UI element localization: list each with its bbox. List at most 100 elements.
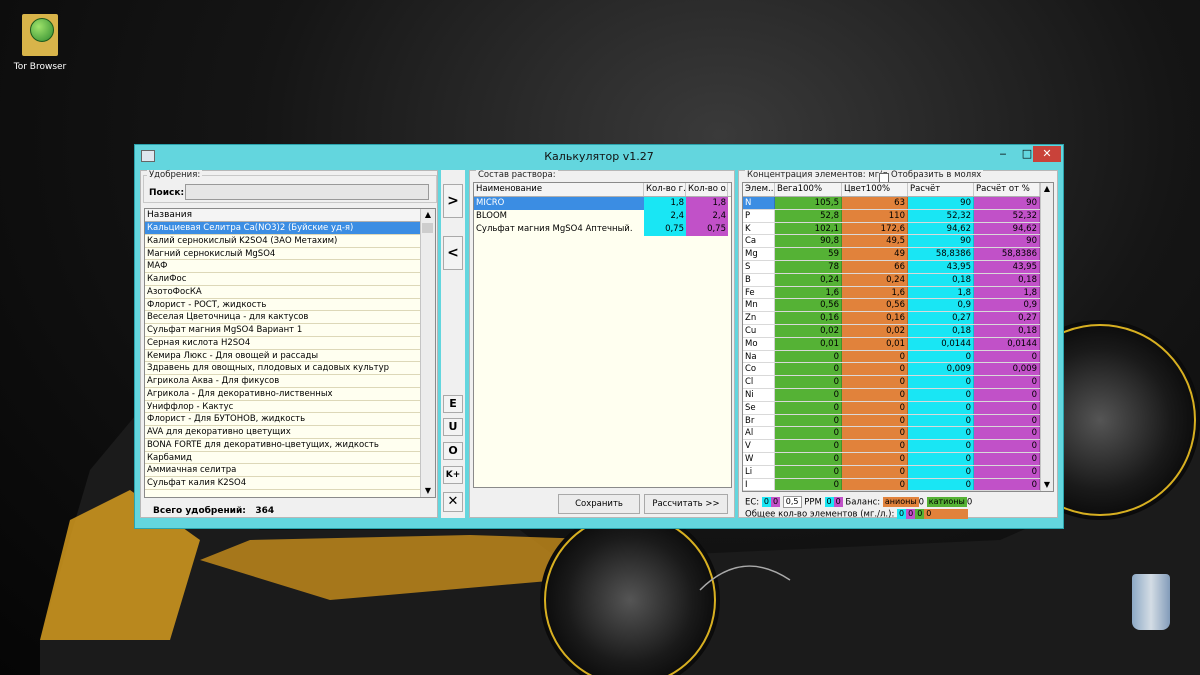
element-row[interactable]: Li 0 0 0 0 <box>743 465 1053 479</box>
element-row[interactable]: K 102,1 172,6 94,62 94,62 <box>743 222 1053 236</box>
composition-qty-g: 0,75 <box>644 223 686 236</box>
title-bar[interactable]: Калькулятор v1.27 ‒ □ ✕ <box>135 145 1063 167</box>
element-row[interactable]: Co 0 0 0,009 0,009 <box>743 363 1053 377</box>
clear-icon[interactable]: ✕ <box>443 492 463 512</box>
col-calc-pct[interactable]: Расчёт от % <box>974 183 1040 196</box>
scroll-down-icon[interactable]: ▼ <box>1041 479 1053 491</box>
element-symbol: Cu <box>743 324 775 337</box>
element-row[interactable]: Na 0 0 0 0 <box>743 350 1053 364</box>
fertilizer-list-scrollbar[interactable]: ▲ ▼ <box>420 209 435 497</box>
list-item[interactable]: Флорист - РОСТ, жидкость <box>145 299 421 312</box>
element-row[interactable]: W0000 <box>743 452 1053 466</box>
col-name[interactable]: Наименование <box>474 183 644 196</box>
element-row[interactable]: Zn 0,16 0,16 0,27 0,27 <box>743 312 1053 325</box>
composition-row[interactable]: MICRO 1,8 1,8 <box>474 197 731 210</box>
composition-qty-o: 0,75 <box>686 223 728 236</box>
list-item[interactable]: Аммиачная селитра <box>145 464 421 477</box>
concentration-scrollbar[interactable]: ▲ ▼ <box>1040 183 1053 491</box>
minimize-button[interactable]: ‒ <box>991 146 1015 162</box>
col-tsvet[interactable]: Цвет100% <box>842 183 908 196</box>
col-qty-o[interactable]: Кол-во о... <box>686 183 728 196</box>
list-item[interactable]: Кальциевая Селитра Ca(NO3)2 (Буйские уд-… <box>145 222 421 235</box>
composition-row[interactable]: BLOOM 2,4 2,4 <box>474 210 731 223</box>
o-button[interactable]: O <box>443 442 463 460</box>
scroll-thumb[interactable] <box>422 223 433 233</box>
element-row[interactable]: N 105,5 63 90 90 <box>743 197 1053 210</box>
vega-value: 0 <box>775 363 842 376</box>
list-item[interactable]: AVA для декоративно цветущих <box>145 426 421 439</box>
save-button[interactable]: Сохранить <box>558 494 640 514</box>
tsvet-value: 0 <box>842 440 908 452</box>
element-row[interactable]: Se 0 0 0 0 <box>743 401 1053 415</box>
scroll-up-icon[interactable]: ▲ <box>1041 183 1053 195</box>
list-item[interactable]: АзотоФосКА <box>145 286 421 299</box>
concentration-table[interactable]: Элем... Вега100% Цвет100% Расчёт Расчёт … <box>742 182 1054 492</box>
element-row[interactable]: Mn 0,56 0,56 0,9 0,9 <box>743 299 1053 313</box>
element-row[interactable]: Br 0 0 0 0 <box>743 414 1053 428</box>
list-item[interactable]: Сульфат калия K2SO4 <box>145 477 421 490</box>
recycle-bin-icon[interactable] <box>1126 568 1178 638</box>
element-row[interactable]: I0000 <box>743 478 1053 491</box>
list-item[interactable]: Флорист - Для БУТОНОВ, жидкость <box>145 413 421 426</box>
total-elements-row: Общее кол-во элементов (мг./л.): 0000 <box>745 509 969 520</box>
composition-row[interactable]: Сульфат магния MgSO4 Аптечный. 0,75 0,75 <box>474 223 731 236</box>
list-item[interactable]: Агрикола - Для декоративно-лиственных <box>145 388 421 401</box>
list-header-names[interactable]: Названия <box>145 209 421 222</box>
vega-value: 78 <box>775 260 842 273</box>
anions-value: 0 <box>918 497 925 508</box>
e-button[interactable]: E <box>443 395 463 413</box>
col-calc[interactable]: Расчёт <box>908 183 974 196</box>
element-row[interactable]: Fe 1,6 1,6 1,8 1,8 <box>743 286 1053 300</box>
list-item[interactable]: BONA FORTE для декоративно-цветущих, жид… <box>145 439 421 452</box>
element-row[interactable]: V0000 <box>743 440 1053 453</box>
element-row[interactable]: S 78 66 43,95 43,95 <box>743 260 1053 274</box>
total-calc: 0 <box>897 509 907 519</box>
element-row[interactable]: B 0,24 0,24 0,18 0,18 <box>743 273 1053 287</box>
element-row[interactable]: Ca 90,8 49,5 90 90 <box>743 235 1053 249</box>
tsvet-value: 49,5 <box>842 235 908 248</box>
vega-value: 0,02 <box>775 324 842 337</box>
fertilizer-list[interactable]: Названия Кальциевая Селитра Ca(NO3)2 (Бу… <box>144 208 436 498</box>
close-button[interactable]: ✕ <box>1033 146 1061 162</box>
col-qty-g[interactable]: Кол-во г... <box>644 183 686 196</box>
list-item[interactable]: Агрикола Аква - Для фикусов <box>145 375 421 388</box>
list-item[interactable]: Серная кислота H2SO4 <box>145 337 421 350</box>
col-vega[interactable]: Вега100% <box>775 183 842 196</box>
list-item[interactable]: КалиФос <box>145 273 421 286</box>
element-row[interactable]: Ni 0 0 0 0 <box>743 388 1053 402</box>
vega-value: 0,56 <box>775 299 842 312</box>
tsvet-value: 0 <box>842 478 908 491</box>
element-row[interactable]: Cu 0,02 0,02 0,18 0,18 <box>743 324 1053 338</box>
element-row[interactable]: P 52,8 110 52,32 52,32 <box>743 209 1053 223</box>
composition-table[interactable]: Наименование Кол-во г... Кол-во о... MIC… <box>473 182 732 488</box>
list-item[interactable]: Калий сернокислый K2SO4 (ЗАО Метахим) <box>145 235 421 248</box>
list-item[interactable]: Магний сернокислый MgSO4 <box>145 248 421 261</box>
k-plus-button[interactable]: K+ <box>443 466 463 484</box>
scroll-down-icon[interactable]: ▼ <box>421 485 435 497</box>
list-item[interactable]: Веселая Цветочница - для кактусов <box>145 311 421 324</box>
calc-value: 0 <box>908 388 974 401</box>
scroll-up-icon[interactable]: ▲ <box>421 209 435 221</box>
add-fertilizer-button[interactable]: > <box>443 184 463 218</box>
element-row[interactable]: Mo 0,01 0,01 0,0144 0,0144 <box>743 337 1053 351</box>
list-item[interactable]: МАФ <box>145 260 421 273</box>
calculate-button[interactable]: Рассчитать >> <box>644 494 728 514</box>
element-row[interactable]: Mg 59 49 58,8386 58,8386 <box>743 248 1053 261</box>
element-row[interactable]: Cl 0 0 0 0 <box>743 376 1053 389</box>
list-item[interactable]: Сульфат магния MgSO4 Вариант 1 <box>145 324 421 337</box>
calc-pct-value: 94,62 <box>974 222 1040 235</box>
list-item[interactable]: Здравень для овощных, плодовых и садовых… <box>145 362 421 375</box>
u-button[interactable]: U <box>443 418 463 436</box>
element-row[interactable]: Al 0 0 0 0 <box>743 427 1053 441</box>
tsvet-value: 0 <box>842 350 908 363</box>
fertilizers-panel: Удобрения: Поиск: Названия Кальциевая Се… <box>140 170 438 518</box>
search-input[interactable] <box>185 184 429 200</box>
list-item[interactable]: Карбамид <box>145 452 421 465</box>
remove-fertilizer-button[interactable]: < <box>443 236 463 270</box>
list-item[interactable]: Кемира Люкс - Для овощей и рассады <box>145 350 421 363</box>
col-element[interactable]: Элем... <box>743 183 775 196</box>
ec-factor-spinner[interactable]: 0,5 <box>782 496 802 508</box>
list-item[interactable]: Униффлор - Кактус <box>145 401 421 414</box>
tor-browser-desktop-icon[interactable]: Tor Browser <box>8 6 72 72</box>
calc-pct-value: 0 <box>974 452 1040 465</box>
